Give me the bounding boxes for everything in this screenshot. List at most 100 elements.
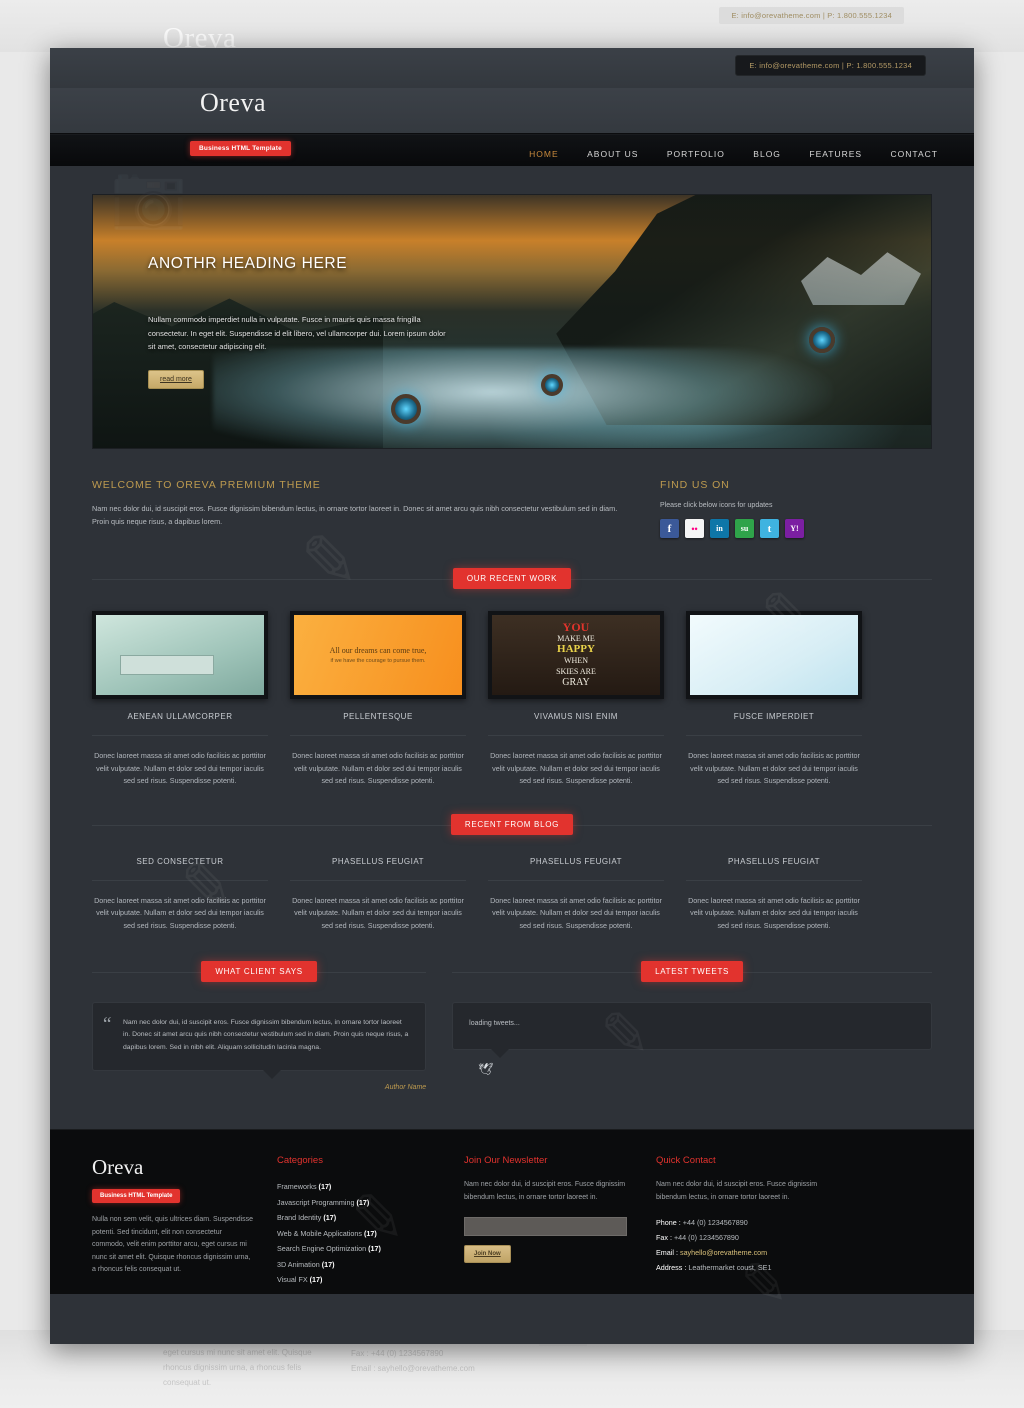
blog-item-title[interactable]: SED CONSECTETUR (92, 857, 268, 881)
yahoo-icon[interactable]: Y! (785, 519, 804, 538)
portfolio-section-header: OUR RECENT WORK (50, 568, 974, 589)
slider-body-text: Nullam commodo imperdiet nulla in vulput… (148, 315, 446, 351)
linkedin-icon[interactable]: in (710, 519, 729, 538)
footer-category-item[interactable]: Search Engine Optimization (17) (277, 1241, 442, 1257)
ghost-preview-top: Oreva E: info@orevatheme.com | P: 1.800.… (0, 0, 1024, 52)
slider-read-more-button[interactable]: read more (148, 369, 204, 389)
nav-item-portfolio[interactable]: PORTFOLIO (667, 149, 725, 159)
contact-label: Fax : (656, 1233, 672, 1243)
portfolio-thumbnail[interactable]: All our dreams can come true, if we have… (290, 611, 466, 699)
footer-category-item[interactable]: Javascript Programming (17) (277, 1195, 442, 1211)
blog-item[interactable]: PHASELLUS FEUGIAT Donec laoreet massa si… (290, 857, 466, 933)
site-footer: Oreva Business HTML Template Nulla non s… (50, 1129, 974, 1295)
footer-newsletter-heading: Join Our Newsletter (464, 1155, 548, 1167)
portfolio-item[interactable]: AENEAN ULLAMCORPER Donec laoreet massa s… (92, 611, 268, 788)
join-now-button[interactable]: Join Now (464, 1245, 511, 1264)
slider-caption: ANOTHR HEADING HERE Nullam commodo imper… (148, 255, 448, 389)
portfolio-thumbnail[interactable] (92, 611, 268, 699)
contact-email-link[interactable]: sayhello@orevatheme.com (680, 1248, 767, 1257)
slider-glow-lamp (809, 327, 835, 353)
contact-label: Address : (656, 1263, 687, 1273)
blog-item-body: Donec laoreet massa sit amet odio facili… (94, 895, 266, 930)
flickr-icon[interactable]: •• (685, 519, 704, 538)
slider-glow-lamp (391, 394, 421, 424)
nav-item-about-us[interactable]: ABOUT US (587, 149, 638, 159)
category-count: (17) (356, 1197, 370, 1207)
footer-newsletter-text: Nam nec dolor dui, id suscipit eros. Fus… (464, 1181, 626, 1201)
blog-item[interactable]: PHASELLUS FEUGIAT Donec laoreet massa si… (686, 857, 862, 933)
footer-category-item[interactable]: Web & Mobile Applications (17) (277, 1226, 442, 1242)
portfolio-item-body: Donec laoreet massa sit amet odio facili… (688, 751, 860, 786)
tweets-section-header: LATEST TWEETS (452, 960, 932, 982)
portfolio-thumbnail[interactable]: YOU MAKE ME HAPPY WHEN SKIES ARE GRAY (488, 611, 664, 699)
portfolio-tab-label: OUR RECENT WORK (452, 568, 572, 589)
footer-logo[interactable]: Oreva (92, 1155, 255, 1180)
portfolio-thumbnail[interactable] (686, 611, 862, 699)
tweets-block: LATEST TWEETS loading tweets... 🕊 (452, 960, 932, 1092)
thumb-poster-text: YOU MAKE ME HAPPY WHEN SKIES ARE GRAY (556, 621, 596, 688)
testimonial-text: Nam nec dolor dui, id suscipit eros. Fus… (123, 1018, 409, 1051)
contact-row-address: Address : Leathermarket coust, SE1 (656, 1260, 842, 1275)
contact-label: Phone : (656, 1218, 681, 1228)
portfolio-item-title: FUSCE IMPERDIET (686, 712, 862, 736)
blog-item[interactable]: SED CONSECTETUR Donec laoreet massa sit … (92, 857, 268, 933)
welcome-block: WELCOME TO OREVA PREMIUM THEME Nam nec d… (92, 479, 632, 538)
nav-item-contact[interactable]: CONTACT (891, 149, 938, 159)
footer-about-column: Oreva Business HTML Template Nulla non s… (92, 1155, 255, 1273)
nav-item-home[interactable]: HOME (529, 149, 559, 159)
category-label: Javascript Programming (277, 1197, 355, 1207)
nav-item-features[interactable]: FEATURES (809, 149, 862, 159)
footer-category-item[interactable]: Visual FX (17) (277, 1272, 442, 1288)
nav-item-blog[interactable]: BLOG (753, 149, 781, 159)
tweets-tab-label: LATEST TWEETS (641, 960, 744, 982)
ghost-footer-contact: Fax : +44 (0) 1234567890 Email : sayhello… (351, 1349, 475, 1373)
ghost-topbar-contact: E: info@orevatheme.com | P: 1.800.555.12… (719, 7, 904, 24)
footer-tagline-badge: Business HTML Template (92, 1189, 181, 1204)
testimonial-author: Author Name (384, 1084, 427, 1092)
blog-item-body: Donec laoreet massa sit amet odio facili… (490, 895, 662, 930)
category-label: Visual FX (277, 1275, 308, 1285)
blog-item-title[interactable]: PHASELLUS FEUGIAT (488, 857, 664, 881)
portfolio-grid: AENEAN ULLAMCORPER Donec laoreet massa s… (50, 611, 974, 788)
site-logo[interactable]: Oreva (200, 88, 266, 118)
thumb-quote-line1: All our dreams can come true, (329, 646, 427, 655)
testimonial-section-header: WHAT CLIENT SAYS (92, 960, 427, 982)
blog-item-title[interactable]: PHASELLUS FEUGIAT (290, 857, 466, 881)
footer-category-item[interactable]: Frameworks (17) (277, 1179, 442, 1195)
hero-slider-wrapper: ANOTHR HEADING HERE Nullam commodo imper… (50, 166, 974, 449)
facebook-icon[interactable]: f (660, 519, 679, 538)
thumbnail-caption: YOU MAKE ME HAPPY WHEN SKIES ARE GRAY (492, 615, 660, 695)
twitter-icon[interactable]: t (760, 519, 779, 538)
category-label: Brand Identity (277, 1213, 322, 1223)
footer-categories-column: Categories Frameworks (17) Javascript Pr… (277, 1155, 442, 1284)
contact-row-phone: Phone : +44 (0) 1234567890 (656, 1215, 842, 1230)
slider-heading: ANOTHR HEADING HERE (148, 255, 348, 272)
footer-category-item[interactable]: 3D Animation (17) (277, 1257, 442, 1273)
category-label: Web & Mobile Applications (277, 1228, 362, 1238)
thumb-line-gray: GRAY (562, 677, 590, 688)
portfolio-item-title: AENEAN ULLAMCORPER (92, 712, 268, 736)
footer-category-item[interactable]: Brand Identity (17) (277, 1210, 442, 1226)
social-icon-list: f •• in su t Y! (660, 519, 875, 538)
category-label: Frameworks (277, 1182, 317, 1192)
blog-item[interactable]: PHASELLUS FEUGIAT Donec laoreet massa si… (488, 857, 664, 933)
blog-item-body: Donec laoreet massa sit amet odio facili… (688, 895, 860, 930)
newsletter-email-input[interactable] (464, 1217, 627, 1237)
portfolio-item[interactable]: YOU MAKE ME HAPPY WHEN SKIES ARE GRAY VI… (488, 611, 664, 788)
thumb-quote-line2: if we have the courage to pursue them. (330, 658, 426, 664)
category-count: (17) (318, 1182, 332, 1192)
blog-item-title[interactable]: PHASELLUS FEUGIAT (686, 857, 862, 881)
testimonial-tab-label: WHAT CLIENT SAYS (201, 960, 317, 982)
portfolio-item[interactable]: FUSCE IMPERDIET Donec laoreet massa sit … (686, 611, 862, 788)
contact-row-email: Email : sayhello@orevatheme.com (656, 1245, 842, 1260)
footer-contact-text: Nam nec dolor dui, id suscipit eros. Fus… (656, 1181, 818, 1201)
footer-contact-column: Quick Contact Nam nec dolor dui, id susc… (656, 1155, 842, 1272)
tweets-status-text: loading tweets... (469, 1019, 520, 1027)
tweets-status-box: loading tweets... (452, 1001, 932, 1058)
portfolio-item[interactable]: All our dreams can come true, if we have… (290, 611, 466, 788)
portfolio-item-body: Donec laoreet massa sit amet odio facili… (292, 751, 464, 786)
stumbleupon-icon[interactable]: su (735, 519, 754, 538)
thumbnail-caption: All our dreams can come true, if we have… (294, 615, 462, 695)
testimonial-bubble: “ Nam nec dolor dui, id suscipit eros. F… (92, 1001, 427, 1079)
hero-slider[interactable]: ANOTHR HEADING HERE Nullam commodo imper… (92, 194, 932, 449)
